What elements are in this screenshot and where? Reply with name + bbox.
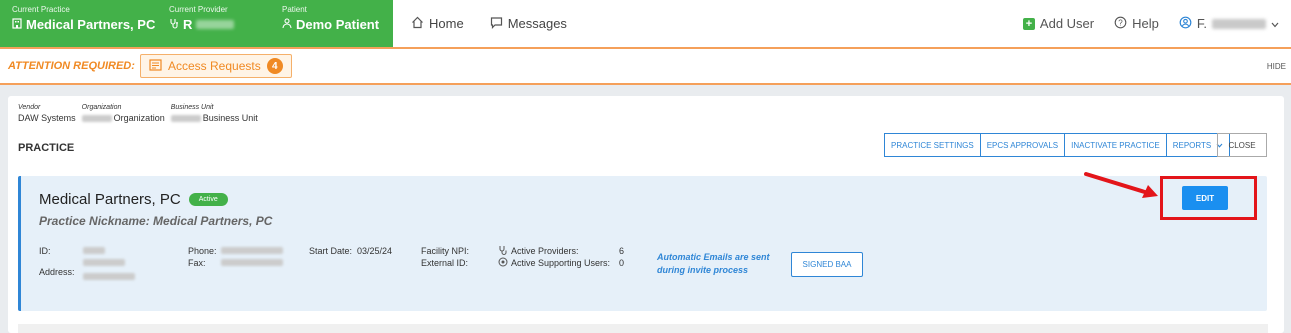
current-practice-value: Medical Partners, PC bbox=[26, 17, 156, 32]
user-circle-icon bbox=[1179, 16, 1192, 32]
nav-messages[interactable]: Messages bbox=[490, 16, 567, 32]
practice-nickname: Practice Nickname: Medical Partners, PC bbox=[39, 214, 273, 228]
auto-email-line1: Automatic Emails are sent bbox=[657, 252, 770, 262]
redacted-phone bbox=[221, 247, 283, 254]
address-label: Address: bbox=[39, 267, 75, 277]
nav-messages-label: Messages bbox=[507, 16, 567, 31]
svg-text:?: ? bbox=[1118, 18, 1123, 27]
practice-panel: Vendor DAW Systems Organization Organiza… bbox=[8, 96, 1284, 333]
practice-toolbar: PRACTICE SETTINGS EPCS APPROVALS INACTIV… bbox=[884, 133, 1231, 157]
current-provider-label: Current Provider bbox=[169, 5, 228, 14]
stethoscope-icon bbox=[169, 17, 179, 32]
signed-baa-button[interactable]: SIGNED BAA bbox=[791, 252, 863, 277]
active-providers-label: Active Providers: bbox=[511, 246, 579, 256]
headset-icon bbox=[498, 257, 508, 269]
practice-name: Medical Partners, PC bbox=[39, 191, 181, 208]
chevron-down-icon bbox=[1271, 16, 1279, 31]
current-provider[interactable]: Current Provider R bbox=[157, 0, 270, 47]
access-requests-count: 4 bbox=[266, 58, 283, 74]
user-menu[interactable]: F. bbox=[1179, 16, 1279, 32]
current-patient-value: Demo Patient bbox=[296, 17, 380, 32]
vendor-value: DAW Systems bbox=[18, 113, 76, 123]
add-user-label: Add User bbox=[1039, 16, 1095, 31]
breadcrumb-business-unit: Business Unit Business Unit bbox=[170, 104, 258, 123]
business-unit-value: Business Unit bbox=[202, 113, 258, 123]
close-button[interactable]: CLOSE bbox=[1217, 133, 1267, 157]
document-icon bbox=[149, 58, 162, 74]
access-requests-label: Access Requests bbox=[168, 59, 261, 73]
stethoscope-icon bbox=[498, 245, 508, 257]
organization-label: Organization bbox=[81, 104, 122, 111]
facility-npi-label: Facility NPI: bbox=[421, 246, 470, 256]
redacted-org bbox=[81, 115, 112, 123]
current-patient[interactable]: Patient Demo Patient bbox=[270, 0, 393, 47]
top-bar: Current Practice Medical Partners, PC Cu… bbox=[0, 0, 1291, 49]
user-initial: F. bbox=[1196, 16, 1207, 31]
external-id-label: External ID: bbox=[421, 258, 469, 268]
hide-link[interactable]: HIDE bbox=[1267, 62, 1291, 71]
breadcrumb-organization: Organization Organization bbox=[81, 104, 165, 123]
page-title: PRACTICE bbox=[18, 142, 75, 154]
redacted-id bbox=[83, 247, 105, 254]
next-section-edge bbox=[18, 324, 1268, 333]
auto-email-line2: during invite process bbox=[657, 265, 749, 275]
business-unit-label: Business Unit bbox=[170, 104, 214, 111]
redacted-bu bbox=[170, 115, 201, 123]
practice-name-row: Medical Partners, PC Active bbox=[39, 191, 228, 208]
redacted-address-line2 bbox=[83, 273, 135, 280]
help-button[interactable]: ? Help bbox=[1114, 16, 1159, 32]
fax-label: Fax: bbox=[188, 258, 206, 268]
edit-highlight-box: EDIT bbox=[1160, 176, 1257, 220]
edit-button[interactable]: EDIT bbox=[1182, 186, 1228, 210]
attention-label: ATTENTION REQUIRED: bbox=[8, 60, 135, 72]
redacted-user-name bbox=[1212, 18, 1266, 29]
access-requests-button[interactable]: Access Requests 4 bbox=[140, 54, 292, 78]
breadcrumb: Vendor DAW Systems Organization Organiza… bbox=[18, 104, 264, 123]
context-panel: Current Practice Medical Partners, PC Cu… bbox=[0, 0, 393, 47]
active-supporting-label: Active Supporting Users: bbox=[511, 258, 611, 268]
auto-email-note: Automatic Emails are sent during invite … bbox=[657, 251, 770, 277]
redacted-address-line1 bbox=[83, 259, 125, 266]
epcs-approvals-button[interactable]: EPCS APPROVALS bbox=[980, 133, 1066, 157]
help-icon: ? bbox=[1114, 16, 1127, 32]
current-patient-label: Patient bbox=[282, 5, 307, 14]
redacted-provider-name bbox=[196, 20, 235, 29]
vendor-label: Vendor bbox=[18, 104, 41, 111]
current-provider-value: R bbox=[183, 17, 193, 32]
status-badge: Active bbox=[188, 193, 228, 206]
current-practice-label: Current Practice bbox=[12, 5, 70, 14]
help-label: Help bbox=[1132, 16, 1159, 31]
organization-value: Organization bbox=[113, 113, 165, 123]
reports-label: REPORTS bbox=[1172, 140, 1212, 150]
phone-label: Phone: bbox=[188, 246, 217, 256]
inactivate-practice-button[interactable]: INACTIVATE PRACTICE bbox=[1065, 133, 1167, 157]
redacted-fax bbox=[221, 259, 283, 266]
red-arrow-annotation bbox=[1084, 172, 1158, 198]
building-icon bbox=[12, 17, 22, 32]
start-date-value: 03/25/24 bbox=[357, 246, 393, 256]
right-nav: + Add User ? Help F. bbox=[1022, 0, 1291, 47]
add-user-button[interactable]: + Add User bbox=[1022, 16, 1095, 31]
practice-settings-button[interactable]: PRACTICE SETTINGS bbox=[884, 133, 981, 157]
attention-bar: ATTENTION REQUIRED: Access Requests 4 HI… bbox=[0, 49, 1291, 85]
id-label: ID: bbox=[39, 246, 51, 256]
start-date-label: Start Date: bbox=[309, 246, 353, 256]
breadcrumb-vendor: Vendor DAW Systems bbox=[18, 104, 76, 123]
home-icon bbox=[411, 16, 424, 32]
nav-home-label: Home bbox=[429, 16, 464, 31]
active-supporting-value: 0 bbox=[619, 258, 625, 268]
nav-home[interactable]: Home bbox=[411, 16, 464, 32]
plus-icon: + bbox=[1022, 17, 1035, 30]
person-icon bbox=[282, 17, 292, 32]
current-practice[interactable]: Current Practice Medical Partners, PC bbox=[0, 0, 157, 47]
active-providers-value: 6 bbox=[619, 246, 625, 256]
message-icon bbox=[490, 16, 503, 32]
main-nav: Home Messages bbox=[393, 0, 567, 47]
